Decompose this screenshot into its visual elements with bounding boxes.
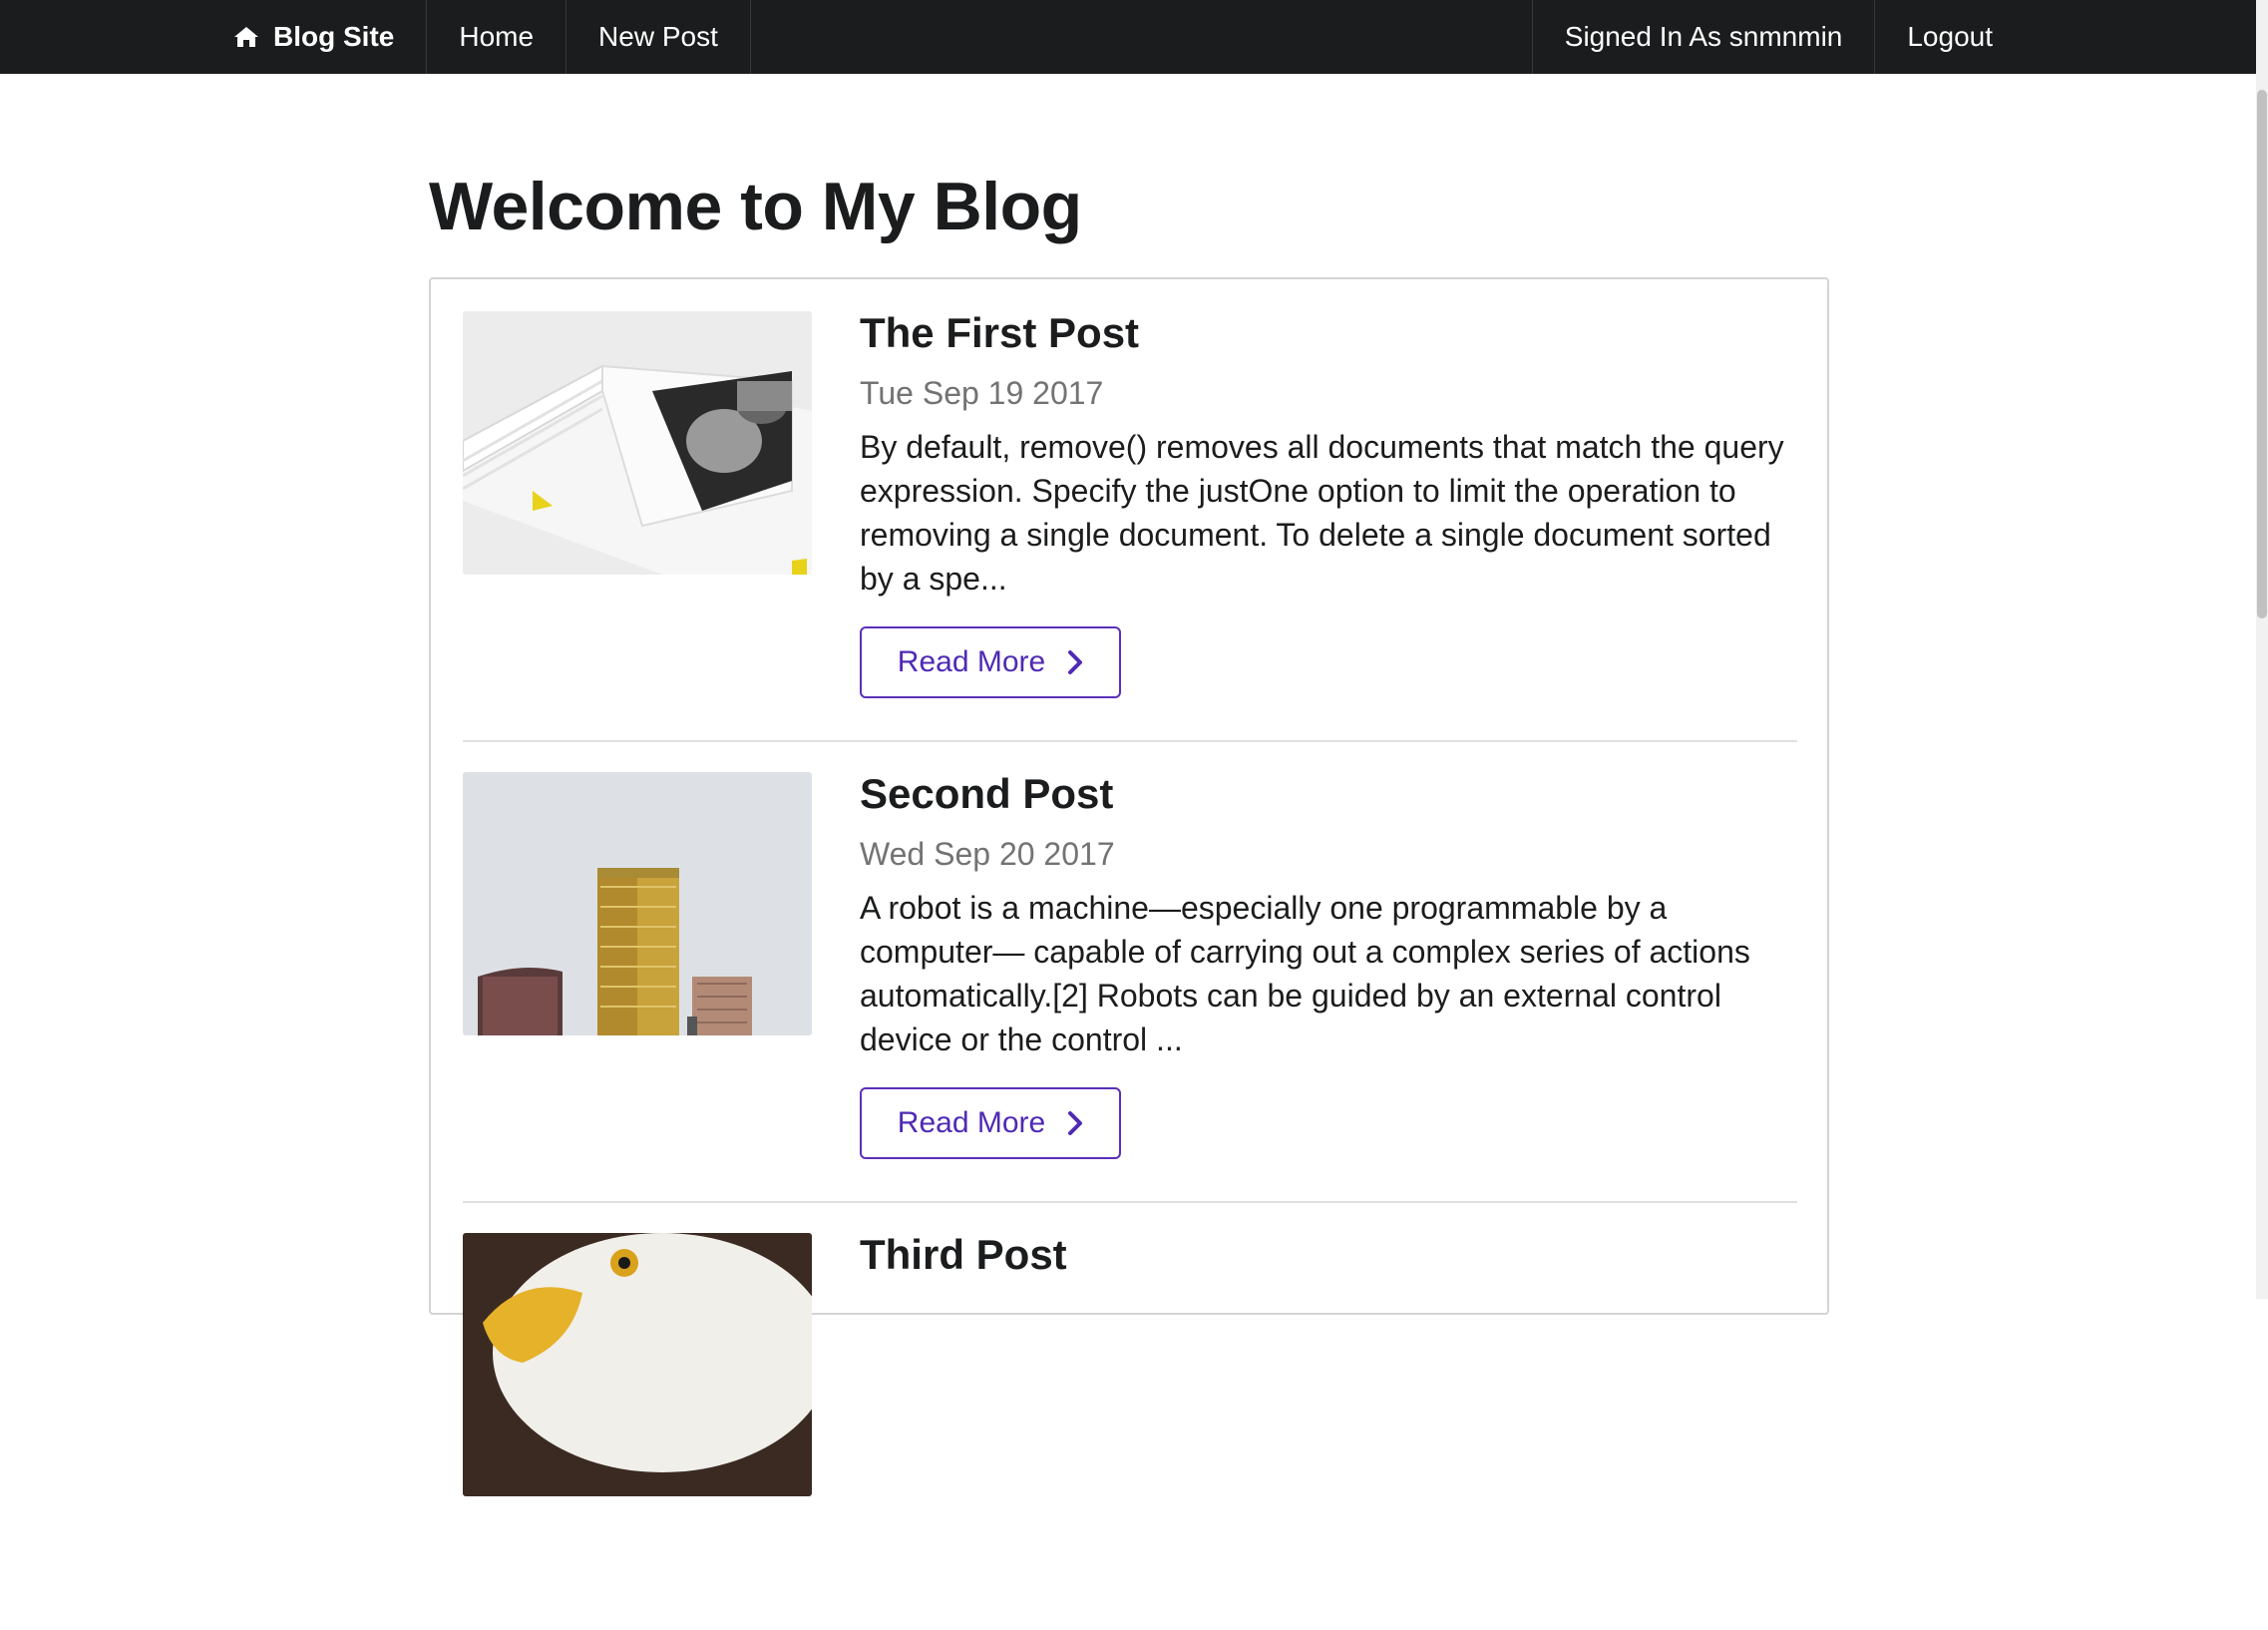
logout-link[interactable]: Logout bbox=[1875, 0, 2025, 74]
post-body: Second Post Wed Sep 20 2017 A robot is a… bbox=[860, 768, 1797, 1159]
read-more-button[interactable]: Read More bbox=[860, 626, 1121, 698]
post-title[interactable]: Third Post bbox=[860, 1229, 1797, 1281]
scrollbar[interactable] bbox=[2256, 0, 2268, 1299]
chevron-right-icon bbox=[1067, 1110, 1083, 1136]
nav-home[interactable]: Home bbox=[427, 0, 567, 74]
post-thumbnail-gold-tower[interactable] bbox=[463, 772, 812, 1035]
post-thumbnail-eagle[interactable] bbox=[463, 1233, 812, 1496]
post-thumbnail-open-book[interactable] bbox=[463, 311, 812, 575]
nav-new-post[interactable]: New Post bbox=[567, 0, 751, 74]
post-excerpt: By default, remove() removes all documen… bbox=[860, 429, 1784, 597]
chevron-right-icon bbox=[1067, 649, 1083, 675]
post-body: Third Post bbox=[860, 1229, 1797, 1281]
read-more-label: Read More bbox=[897, 1106, 1046, 1139]
post-item: Third Post bbox=[463, 1201, 1797, 1630]
post-date: Wed Sep 20 2017 bbox=[860, 836, 1115, 872]
read-more-button[interactable]: Read More bbox=[860, 1087, 1121, 1159]
signed-in-indicator[interactable]: Signed In As snmnmin bbox=[1531, 0, 1876, 74]
page-title: Welcome to My Blog bbox=[429, 169, 1082, 244]
post-title[interactable]: Second Post bbox=[860, 768, 1797, 820]
post-item: Second Post Wed Sep 20 2017 A robot is a… bbox=[463, 740, 1797, 1169]
home-icon bbox=[233, 26, 259, 48]
post-item: The First Post Tue Sep 19 2017 By defaul… bbox=[463, 279, 1797, 708]
read-more-label: Read More bbox=[897, 645, 1046, 678]
scrollbar-thumb[interactable] bbox=[2257, 90, 2267, 618]
post-feed: The First Post Tue Sep 19 2017 By defaul… bbox=[429, 277, 1829, 1496]
post-excerpt: A robot is a machine—especially one prog… bbox=[860, 890, 1750, 1057]
post-title[interactable]: The First Post bbox=[860, 307, 1797, 359]
top-navbar: Blog Site Home New Post Signed In As snm… bbox=[0, 0, 2256, 74]
brand-label: Blog Site bbox=[273, 21, 395, 52]
post-date: Tue Sep 19 2017 bbox=[860, 375, 1104, 411]
brand-link[interactable]: Blog Site bbox=[233, 0, 428, 74]
post-body: The First Post Tue Sep 19 2017 By defaul… bbox=[860, 307, 1797, 698]
